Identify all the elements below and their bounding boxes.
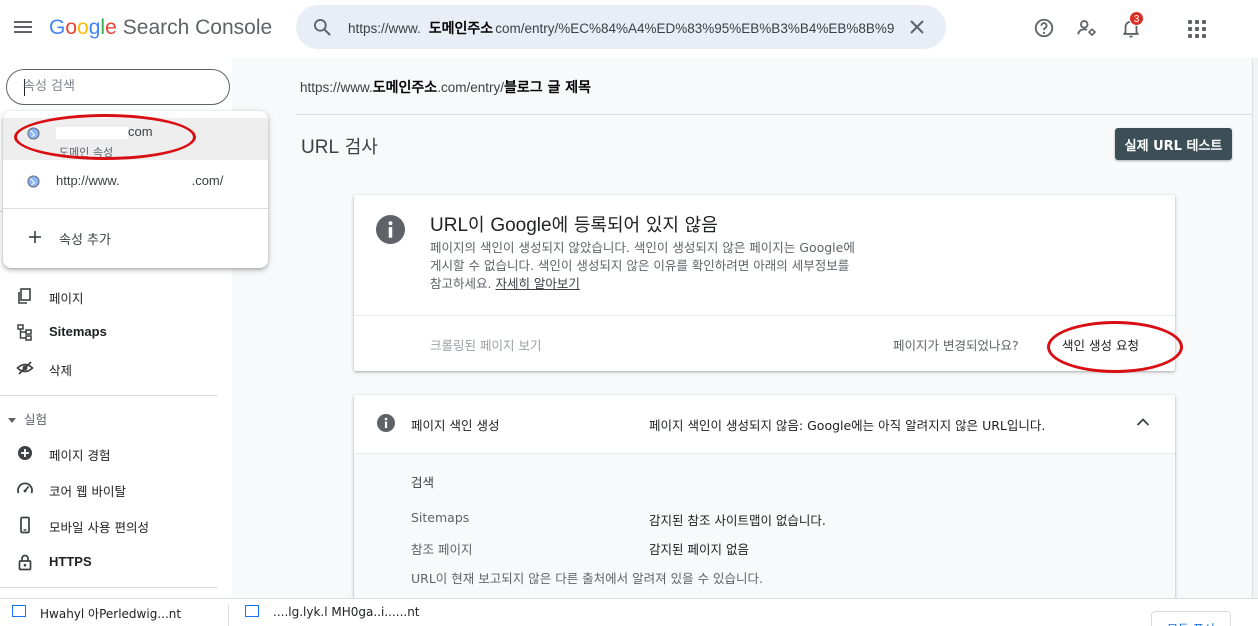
property-item-domain[interactable]: com 도메인 속성 — [3, 118, 268, 160]
sidebar-item-core-web-vitals[interactable]: 코어 웹 바이탈 — [0, 472, 218, 506]
section-header-experience[interactable]: 실험 — [8, 409, 47, 428]
property-dropdown: com 도메인 속성 http://www. .com/ 속성 추가 — [3, 111, 268, 268]
plus-icon — [29, 231, 41, 243]
divider — [354, 315, 1175, 316]
detail-note: URL이 현재 보고되지 않은 다른 출처에서 알려져 있을 수 있습니다. — [411, 571, 764, 586]
sitemap-icon — [17, 324, 32, 341]
redacted-mask — [119, 175, 192, 188]
status-title: URL이 Google에 등록되어 있지 않음 — [430, 215, 718, 236]
lock-icon — [18, 554, 32, 571]
main-menu-icon[interactable] — [13, 18, 33, 38]
scrollbar[interactable] — [1252, 58, 1258, 618]
detail-key: 참조 페이지 — [411, 542, 473, 557]
detail-key: Sitemaps — [411, 510, 470, 525]
sidebar-item-page-experience[interactable]: 페이지 경험 — [0, 436, 218, 470]
removals-icon — [16, 361, 34, 375]
sidebar-item-sitemaps[interactable]: Sitemaps — [0, 315, 218, 349]
download-item[interactable]: ....lg.lyk.l MH0ga..i......nt — [245, 591, 455, 619]
divider — [296, 114, 1258, 115]
detail-value: 감지된 참조 사이트맵이 없습니다. — [649, 513, 826, 528]
avatar[interactable] — [1220, 11, 1256, 45]
sidebar-item-https[interactable]: HTTPS — [0, 545, 218, 579]
property-type: 도메인 속성 — [59, 146, 114, 159]
pages-icon — [18, 288, 31, 304]
status-description: 페이지의 색인이 생성되지 않았습니다. 색인이 생성되지 않은 페이지는 Go… — [430, 240, 855, 291]
page-indexing-status: 페이지 색인이 생성되지 않음: Google에는 아직 알려지지 않은 URL… — [649, 418, 1046, 433]
mobile-icon — [20, 516, 30, 534]
show-all-downloads-button[interactable]: 모두 표시 — [1151, 611, 1231, 626]
url-inspect-search-bar[interactable]: https://www. 도메인주소 com/entry/%EC%84%A4%ED%… — [296, 5, 946, 49]
page-indexing-card: 페이지 색인 생성 페이지 색인이 생성되지 않음: Google에는 아직 알… — [354, 395, 1175, 626]
discovery-section-title: 검색 — [411, 475, 435, 490]
search-icon[interactable] — [312, 17, 332, 37]
sidebar-item-pages[interactable]: 페이지 — [0, 279, 218, 313]
top-app-bar: Google Search Console https://www. 도메인주소 co… — [0, 0, 1258, 58]
download-bar: Hwahyl 아Perledwig...nt ....lg.lyk.l MH0g… — [0, 598, 1258, 626]
page-experience-icon — [18, 446, 32, 460]
request-indexing-button[interactable]: 색인 생성 요청 — [1062, 335, 1139, 354]
download-item[interactable]: Hwahyl 아Perledwig...nt — [12, 591, 222, 621]
divider — [228, 605, 229, 626]
detail-value: 감지된 페이지 없음 — [649, 542, 749, 557]
close-icon[interactable] — [908, 18, 926, 36]
divider — [0, 587, 218, 588]
help-icon[interactable] — [1033, 17, 1055, 39]
property-search-input[interactable] — [23, 79, 213, 94]
info-icon — [377, 414, 395, 432]
add-property-button[interactable]: 속성 추가 — [3, 218, 268, 258]
main-content: https://www.도메인주소.com/entry/블로그 글 제목 URL… — [232, 58, 1258, 626]
domain-overlay-text: 도메인주소 — [372, 80, 438, 96]
document-icon — [12, 605, 26, 617]
divider — [0, 395, 218, 396]
globe-icon — [27, 175, 40, 188]
divider — [3, 208, 268, 209]
chevron-up-icon[interactable] — [1136, 417, 1150, 427]
redacted-mask — [56, 126, 128, 139]
sidebar-item-mobile-usability[interactable]: 모바일 사용 편의성 — [0, 508, 218, 542]
post-title-overlay-text: 블로그 글 제목 — [503, 80, 591, 96]
test-live-url-button[interactable]: 실제 URL 테스트 — [1115, 128, 1232, 160]
page-indexing-header[interactable]: 페이지 색인 생성 페이지 색인이 생성되지 않음: Google에는 아직 알… — [354, 395, 1175, 453]
speed-gauge-icon — [17, 482, 33, 494]
apps-grid-icon[interactable] — [1188, 20, 1206, 38]
page-indexing-label: 페이지 색인 생성 — [411, 418, 500, 433]
notification-badge: 3 — [1129, 11, 1144, 26]
user-settings-icon[interactable] — [1076, 17, 1098, 39]
breadcrumb: https://www.도메인주소.com/entry/블로그 글 제목 — [300, 80, 591, 96]
page-changed-question: 페이지가 변경되었나요? — [893, 338, 1019, 353]
learn-more-link[interactable]: 자세히 알아보기 — [495, 276, 579, 291]
globe-icon — [27, 127, 40, 140]
product-logo[interactable]: Google Search Console — [49, 16, 272, 40]
sidebar: com 도메인 속성 http://www..com/ 속성 추가 페이지 — [0, 58, 268, 626]
view-crawled-page-button[interactable]: 크롤링된 페이지 보기 — [430, 335, 541, 354]
page-title: URL 검사 — [301, 137, 378, 158]
property-search[interactable] — [6, 69, 230, 105]
product-name: Search Console — [122, 16, 273, 39]
sidebar-item-removals[interactable]: 삭제 — [0, 351, 218, 385]
info-icon — [375, 214, 406, 245]
property-name: com — [56, 124, 153, 139]
property-name: http://www. .com/ — [56, 173, 224, 188]
document-icon — [245, 605, 259, 617]
property-item-url-prefix[interactable]: http://www. .com/ — [3, 162, 268, 202]
domain-overlay-text: 도메인주소 — [428, 21, 494, 37]
url-status-card: URL이 Google에 등록되어 있지 않음 페이지의 색인이 생성되지 않았… — [354, 195, 1175, 371]
search-input[interactable]: https://www. 도메인주소 com/entry/%EC%84%A4%ED%… — [348, 18, 900, 38]
